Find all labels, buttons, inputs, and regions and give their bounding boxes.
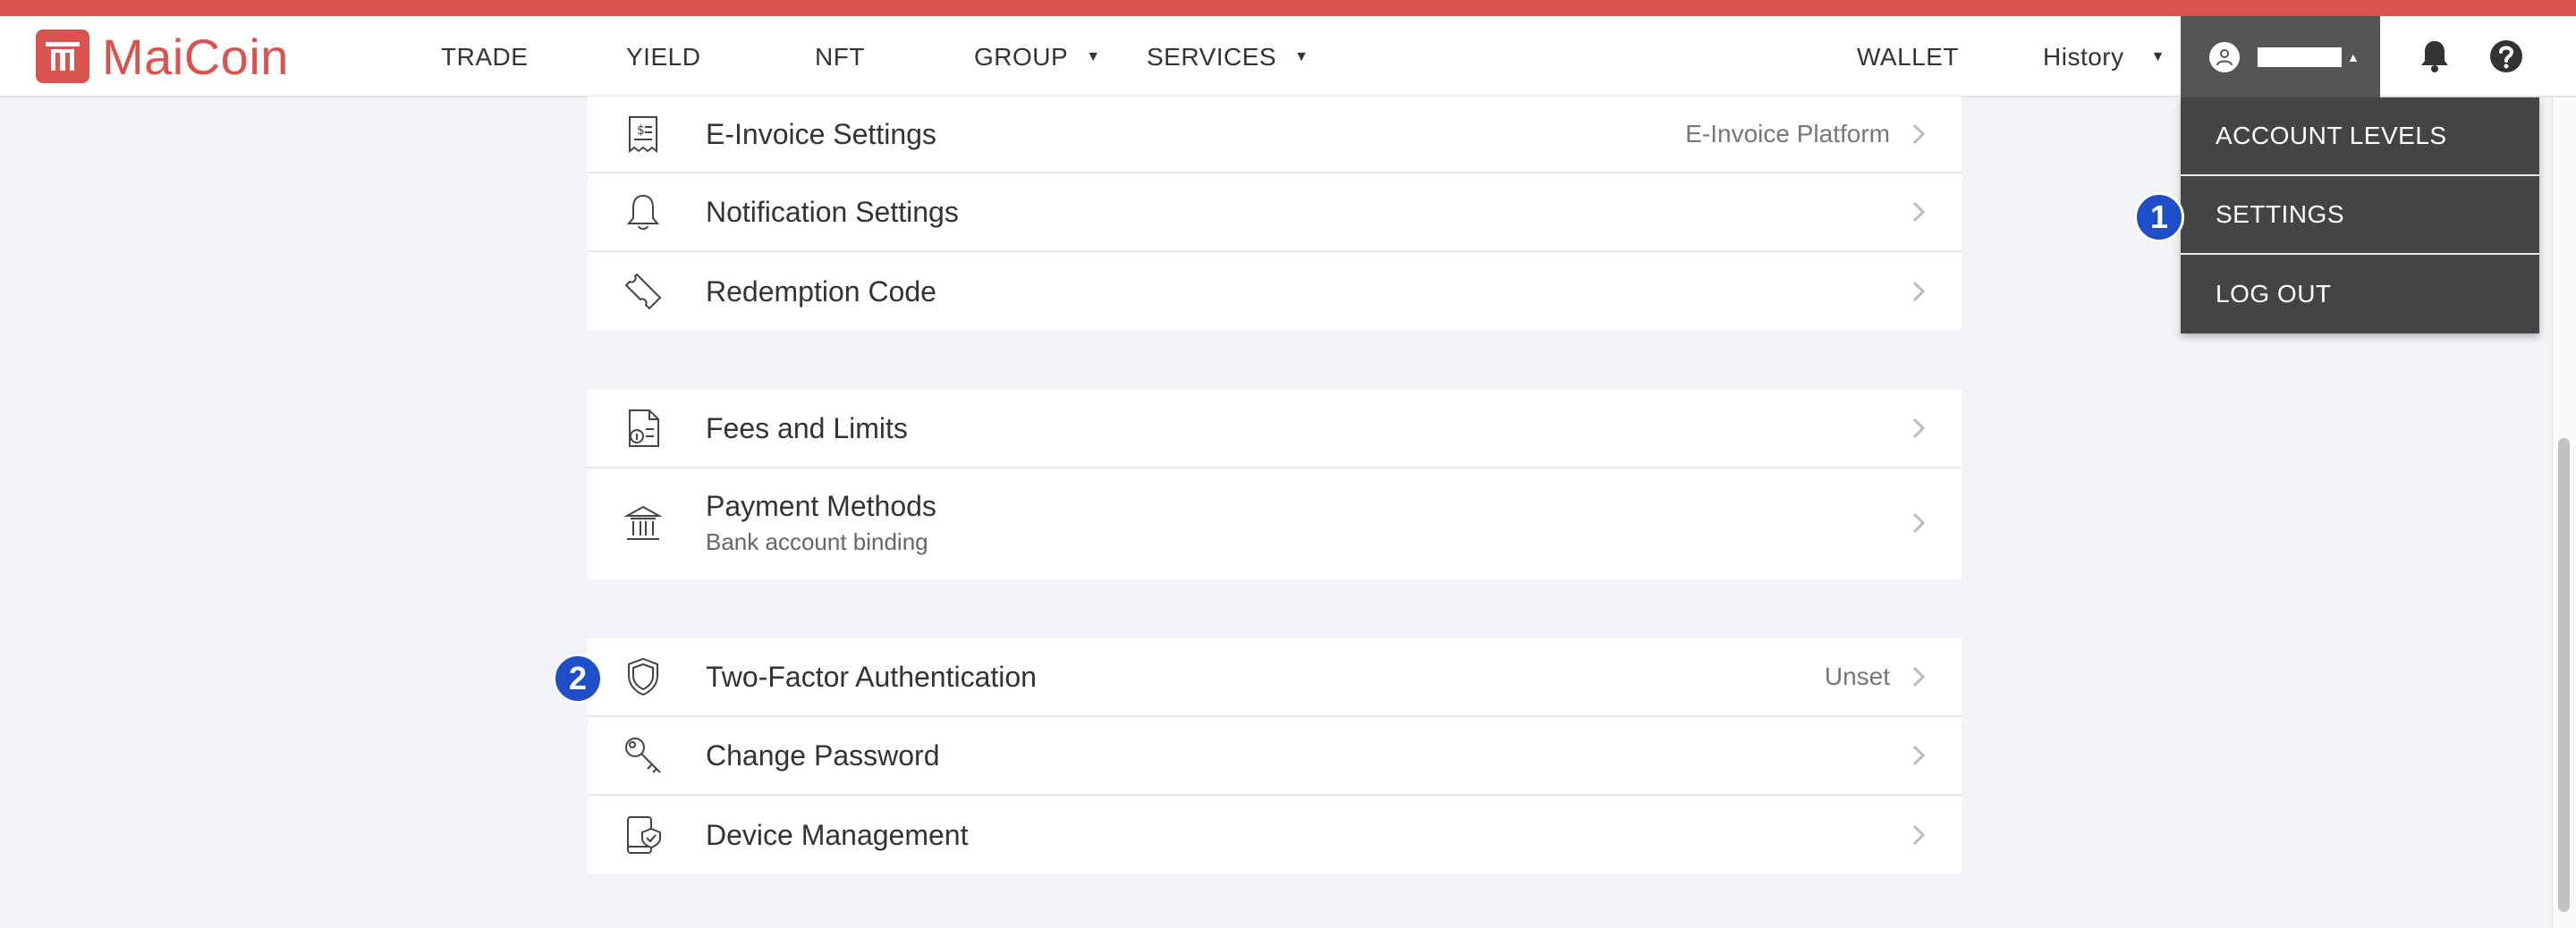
row-fees-and-limits[interactable]: Fees and Limits — [588, 390, 1962, 468]
caret-down-icon: ▼ — [2150, 48, 2165, 64]
row-payment-methods[interactable]: Payment Methods Bank account binding — [588, 468, 1962, 578]
nav-group-label: GROUP — [974, 42, 1069, 71]
row-value: E-Invoice Platform — [1685, 120, 1890, 148]
row-device-management[interactable]: Device Management — [588, 796, 1962, 874]
chevron-right-icon — [1912, 666, 1926, 688]
row-label: Two-Factor Authentication — [706, 660, 1037, 693]
ticket-icon — [622, 270, 665, 313]
chevron-right-icon — [1912, 745, 1926, 766]
chevron-right-icon — [1912, 123, 1926, 145]
settings-group-general: $ E-Invoice Settings E-Invoice Platform … — [588, 97, 1962, 331]
row-e-invoice-settings[interactable]: $ E-Invoice Settings E-Invoice Platform — [588, 97, 1962, 173]
row-redemption-code[interactable]: Redemption Code — [588, 252, 1962, 331]
caret-down-icon: ▼ — [1086, 48, 1101, 64]
nav-trade-label: TRADE — [441, 42, 529, 71]
scrollbar-thumb[interactable] — [2558, 438, 2570, 912]
user-name-redacted — [2258, 46, 2342, 67]
user-dropdown-menu: ACCOUNT LEVELS SETTINGS LOG OUT — [2181, 97, 2539, 333]
row-label: Notification Settings — [706, 195, 959, 228]
brand-name: MaiCoin — [102, 28, 289, 85]
settings-group-payments: Fees and Limits Payment Methods Bank acc… — [588, 390, 1962, 579]
nav-yield[interactable]: YIELD — [626, 16, 700, 97]
nav-wallet[interactable]: WALLET — [1857, 16, 1959, 97]
user-menu-button[interactable]: ▲ — [2181, 16, 2380, 97]
caret-up-icon: ▲ — [2347, 49, 2360, 64]
chevron-right-icon — [1912, 418, 1926, 439]
row-label: Device Management — [706, 818, 969, 851]
menu-item-settings[interactable]: SETTINGS — [2181, 176, 2539, 255]
nav-group[interactable]: GROUP ▼ — [974, 16, 1101, 97]
shield-icon — [622, 655, 665, 698]
menu-item-log-out[interactable]: LOG OUT — [2181, 255, 2539, 333]
help-icon[interactable] — [2486, 36, 2527, 77]
row-label: Change Password — [706, 738, 940, 772]
bank-icon — [622, 502, 665, 544]
chevron-right-icon — [1912, 824, 1926, 846]
nav-history-label: History — [2043, 42, 2124, 71]
bell-outline-icon — [622, 190, 665, 233]
row-change-password[interactable]: Change Password — [588, 717, 1962, 796]
row-label: Payment Methods — [706, 490, 936, 522]
nav-wallet-label: WALLET — [1857, 42, 1959, 71]
row-two-factor-authentication[interactable]: Two-Factor Authentication Unset — [588, 638, 1962, 717]
row-label: Fees and Limits — [706, 411, 908, 444]
settings-group-security: Two-Factor Authentication Unset Change P… — [588, 638, 1962, 874]
menu-item-account-levels[interactable]: ACCOUNT LEVELS — [2181, 97, 2539, 176]
nav-history[interactable]: History ▼ — [2043, 16, 2165, 97]
nav-services-label: SERVICES — [1147, 42, 1277, 71]
row-label: E-Invoice Settings — [706, 117, 936, 150]
row-sublabel: Bank account binding — [706, 528, 928, 555]
invoice-icon: $ — [622, 113, 665, 156]
row-value: Unset — [1824, 662, 1890, 690]
chevron-right-icon — [1912, 281, 1926, 302]
nav-nft[interactable]: NFT — [815, 16, 865, 97]
maicoin-logo[interactable]: MaiCoin — [36, 28, 289, 85]
nav-nft-label: NFT — [815, 42, 865, 71]
nav-services[interactable]: SERVICES ▼ — [1147, 16, 1309, 97]
device-shield-icon — [622, 814, 665, 856]
top-navigation: MaiCoin TRADE YIELD NFT GROUP ▼ SERVICES… — [0, 16, 2576, 97]
user-avatar-icon — [2209, 41, 2240, 72]
key-icon — [622, 734, 665, 777]
row-notification-settings[interactable]: Notification Settings — [588, 173, 1962, 252]
chevron-right-icon — [1912, 201, 1926, 223]
fees-document-icon — [622, 407, 665, 450]
step-badge-1: 1 — [2134, 192, 2184, 242]
caret-down-icon: ▼ — [1294, 48, 1309, 64]
maicoin-logo-icon — [36, 30, 89, 83]
step-badge-2: 2 — [553, 654, 603, 704]
row-label: Redemption Code — [706, 274, 936, 308]
nav-trade[interactable]: TRADE — [441, 16, 528, 97]
svg-text:$: $ — [637, 123, 645, 138]
top-accent-bar — [0, 0, 2576, 16]
chevron-right-icon — [1912, 512, 1926, 534]
notifications-bell-icon[interactable] — [2414, 36, 2455, 77]
nav-yield-label: YIELD — [626, 42, 701, 71]
